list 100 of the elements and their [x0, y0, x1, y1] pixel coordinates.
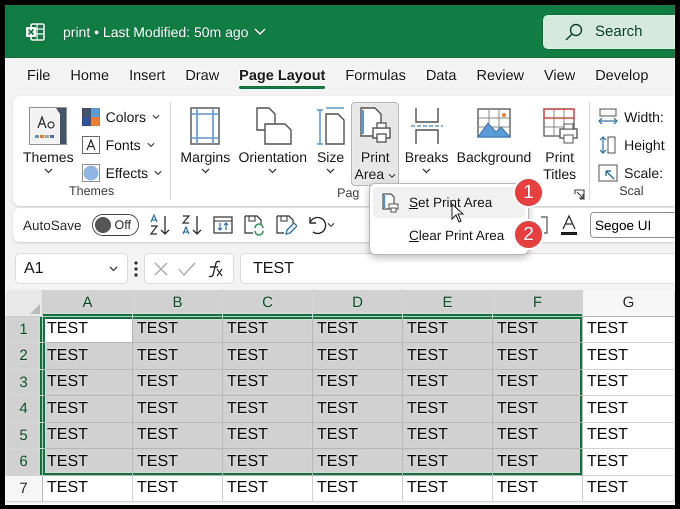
ribbon-tab[interactable]: Data	[416, 58, 466, 94]
scale-option[interactable]: Height	[596, 134, 667, 156]
table-cell: TEST	[583, 422, 675, 449]
font-color-icon[interactable]	[559, 214, 579, 236]
checkmark-icon[interactable]	[178, 260, 196, 276]
row-header[interactable]: 7	[5, 476, 43, 502]
sort-ascending-icon[interactable]	[149, 214, 171, 236]
document-title: print • Last Modified: 50m ago	[63, 24, 248, 40]
save-refresh-icon[interactable]	[243, 214, 265, 236]
table-cell: TEST	[583, 476, 675, 502]
ribbon-tab[interactable]: Develop	[585, 58, 658, 94]
table-cell: TEST	[403, 316, 493, 343]
theme-option-button[interactable]: Fonts	[80, 134, 164, 156]
freeze-panes-icon[interactable]	[213, 215, 233, 235]
table-cell: TEST	[43, 476, 133, 502]
table-cell: TEST	[223, 449, 313, 476]
table-cell: TEST	[493, 449, 583, 476]
table-cell: TEST	[403, 370, 493, 396]
name-box[interactable]: A1	[15, 253, 128, 284]
print-area-icon	[381, 192, 399, 212]
font-letter-icon	[82, 136, 100, 154]
table-cell: TEST	[133, 343, 223, 370]
table-cell: TEST	[133, 449, 223, 476]
theme-option-button[interactable]: Effects	[80, 162, 164, 184]
formula-input[interactable]: TEST	[240, 253, 675, 284]
table-cell: TEST	[223, 370, 313, 396]
row-header[interactable]: 5	[5, 422, 43, 449]
table-cell: TEST	[403, 343, 493, 370]
ribbon-button[interactable]: Orientation	[235, 102, 310, 186]
scale-option[interactable]: Scale:	[596, 162, 667, 184]
table-cell: TEST	[133, 316, 223, 343]
table-cell: TEST	[43, 396, 133, 422]
page-break-icon	[410, 106, 444, 146]
table-cell: TEST	[583, 396, 675, 422]
row-header[interactable]: 6	[5, 449, 43, 476]
table-cell: TEST	[313, 316, 403, 343]
table-cell: TEST	[133, 476, 223, 502]
table-cell: TEST	[583, 449, 675, 476]
font-name-field[interactable]: Segoe UI	[590, 212, 675, 238]
table-cell: TEST	[43, 449, 133, 476]
chevron-down-icon	[146, 142, 155, 148]
column-header[interactable]: E	[403, 290, 493, 316]
column-header[interactable]: G	[583, 290, 675, 316]
ribbon-tab[interactable]: File	[17, 58, 60, 94]
table-cell: TEST	[43, 422, 133, 449]
row-header[interactable]: 4	[5, 396, 43, 422]
theme-option-button[interactable]: Colors	[80, 106, 164, 128]
undo-icon[interactable]	[307, 215, 327, 235]
table-cell: TEST	[43, 370, 133, 396]
table-cell: TEST	[313, 422, 403, 449]
ribbon-tab[interactable]: Draw	[175, 58, 230, 94]
ribbon-button[interactable]: Print Area	[351, 102, 400, 186]
column-header[interactable]: B	[133, 290, 223, 316]
ribbon-tab[interactable]: Insert	[119, 58, 176, 94]
ribbon-tab[interactable]: Home	[60, 58, 120, 94]
ribbon-tab[interactable]: View	[534, 58, 586, 94]
chevron-down-icon	[152, 114, 160, 120]
ribbon-button[interactable]: Size	[312, 102, 350, 186]
chevron-down-icon	[154, 170, 162, 176]
ribbon-tab[interactable]: Page Layout	[229, 58, 336, 94]
group-label: Scal	[619, 184, 644, 198]
column-header[interactable]: A	[43, 290, 133, 316]
table-cell: TEST	[493, 316, 583, 343]
table-cell: TEST	[313, 449, 403, 476]
sort-descending-icon[interactable]	[181, 214, 203, 236]
table-cell: TEST	[493, 370, 583, 396]
ribbon-tab[interactable]: Formulas	[335, 58, 416, 94]
row-header[interactable]: 1	[5, 316, 43, 343]
scale-option[interactable]: Width:	[596, 106, 667, 128]
autosave-toggle[interactable]: Off	[92, 214, 139, 236]
ribbon-tab[interactable]: Review	[466, 58, 534, 94]
ribbon-button[interactable]: Breaks	[401, 102, 452, 186]
table-cell: TEST	[223, 343, 313, 370]
column-header[interactable]: D	[313, 290, 403, 316]
row-header[interactable]: 2	[5, 343, 43, 370]
table-cell: TEST	[133, 396, 223, 422]
column-header[interactable]: C	[223, 290, 313, 316]
effects-circle-icon	[82, 164, 100, 182]
chevron-down-icon[interactable]	[254, 28, 266, 36]
themes-button[interactable]: Themes	[19, 102, 78, 184]
table-cell: TEST	[583, 343, 675, 370]
row-header[interactable]: 3	[5, 370, 43, 396]
ribbon-button[interactable]: Margins	[177, 102, 234, 186]
column-header[interactable]: F	[493, 290, 583, 316]
themes-icon	[29, 107, 68, 145]
excel-logo-icon	[25, 22, 45, 40]
search-field[interactable]: Search	[543, 14, 675, 48]
more-options-icon[interactable]	[134, 260, 138, 276]
table-cell: TEST	[403, 396, 493, 422]
width-icon	[598, 108, 618, 126]
table-cell: TEST	[223, 396, 313, 422]
menu-item[interactable]: Set Print Area	[373, 187, 525, 218]
border-icon[interactable]	[541, 215, 549, 235]
save-edit-icon[interactable]	[275, 214, 297, 236]
table-cell: TEST	[223, 422, 313, 449]
group-label: Pag	[337, 186, 360, 200]
table-cell: TEST	[403, 422, 493, 449]
table-cell: TEST	[313, 396, 403, 422]
dialog-launcher-icon[interactable]	[574, 189, 586, 200]
table-cell: TEST	[133, 422, 223, 449]
